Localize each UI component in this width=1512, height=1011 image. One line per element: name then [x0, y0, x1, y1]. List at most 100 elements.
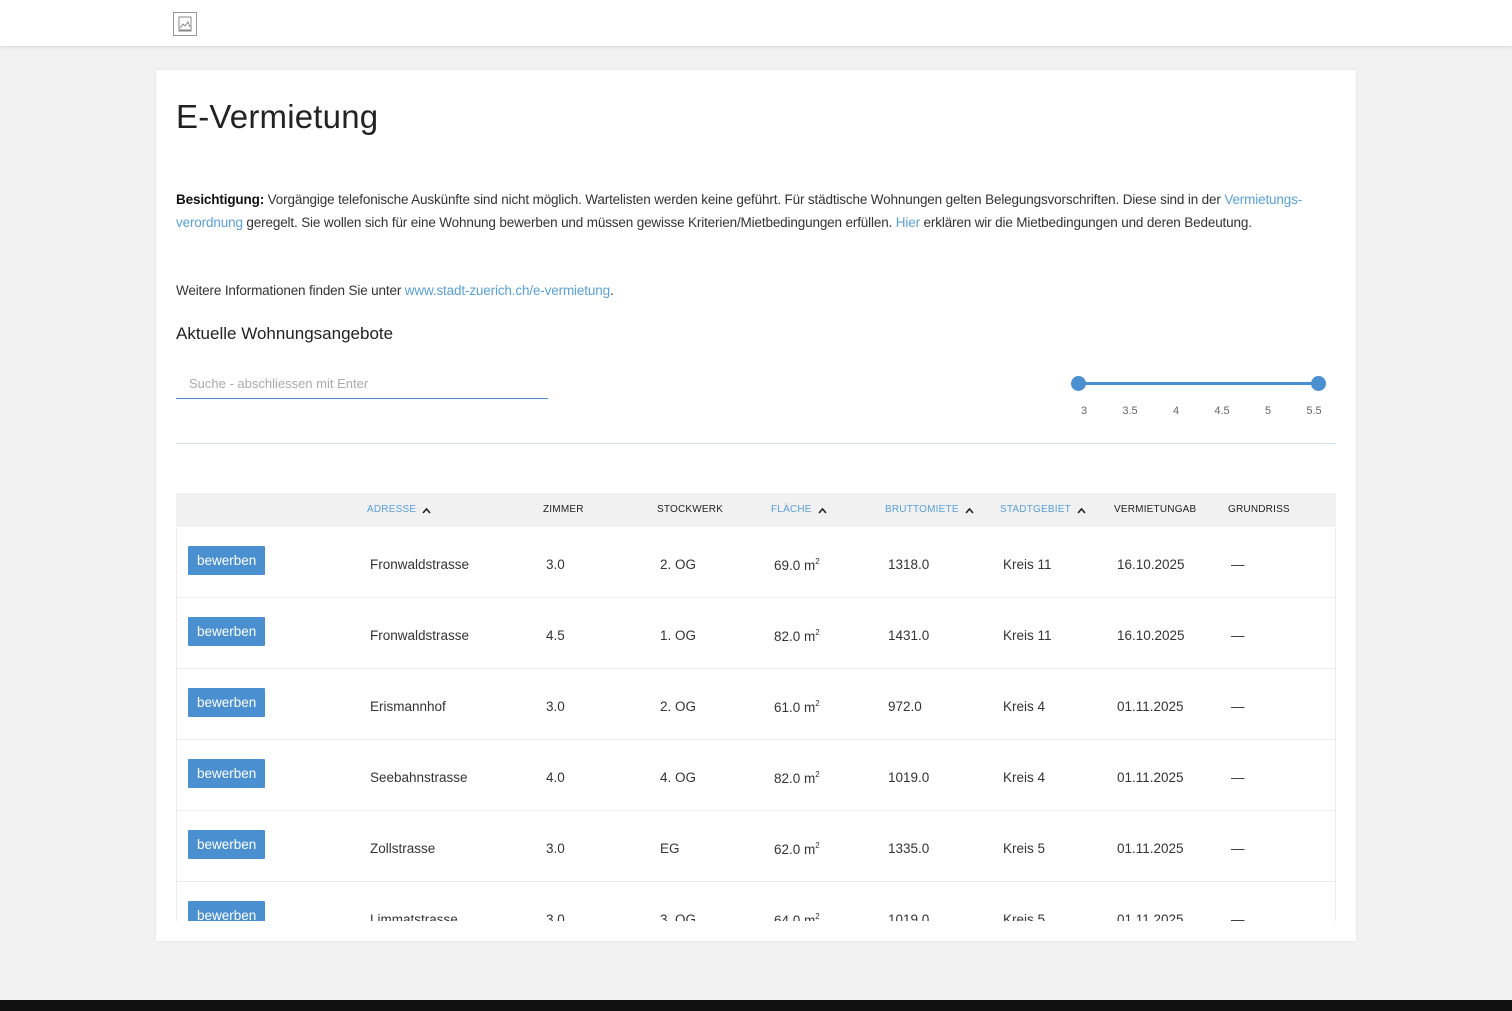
column-header-stockwerk[interactable]: Stockwerk — [657, 504, 723, 515]
top-bar — [0, 0, 1512, 46]
cell-flaeche: 69.0 m2 — [774, 557, 820, 573]
cell-grundriss: — — [1231, 841, 1245, 856]
hier-link[interactable]: Hier — [896, 215, 920, 230]
area-exponent: 2 — [815, 770, 820, 779]
column-header-label: Vermietungab — [1114, 504, 1197, 515]
sort-ascending-icon[interactable] — [422, 506, 431, 517]
slider-tick-label: 5 — [1264, 405, 1272, 417]
cell-zimmer: 3.0 — [546, 557, 565, 572]
area-exponent: 2 — [815, 557, 820, 566]
cell-vermietungab: 16.10.2025 — [1117, 557, 1185, 572]
apply-button[interactable]: bewerben — [188, 617, 266, 646]
cell-stockwerk: 3. OG — [660, 912, 697, 921]
cell-zimmer: 4.5 — [546, 628, 565, 643]
section-title: Aktuelle Wohnungsangebote — [176, 324, 394, 343]
e-vermietung-link[interactable]: www.stadt-zuerich.ch/e-vermietung — [405, 283, 610, 298]
cell-flaeche: 82.0 m2 — [774, 770, 820, 786]
area-exponent: 2 — [815, 699, 820, 708]
cell-adresse: Zollstrasse — [370, 841, 436, 856]
apply-button[interactable]: bewerben — [188, 546, 266, 575]
apply-button[interactable]: bewerben — [188, 759, 266, 788]
slider-tick-label: 4 — [1172, 405, 1180, 417]
table-row: bewerben Fronwaldstrasse 3.0 2. OG 69.0 m2 13… — [176, 527, 1336, 598]
cell-flaeche: 61.0 m2 — [774, 699, 820, 715]
cell-zimmer: 3.0 — [546, 841, 565, 856]
column-header-grundriss[interactable]: Grundriss — [1228, 504, 1290, 515]
column-header-label: Stockwerk — [657, 504, 724, 515]
table-row: bewerben Zollstrasse 3.0 EG 62.0 m2 1335.0 Kre… — [176, 811, 1336, 882]
cell-zimmer: 4.0 — [546, 770, 565, 785]
more-info-text: Weitere Informationen finden Sie unter w… — [176, 283, 614, 298]
cell-grundriss: — — [1231, 770, 1245, 785]
cell-bruttomiete: 1318.0 — [888, 557, 930, 572]
area-exponent: 2 — [815, 841, 820, 850]
cell-stockwerk: 1. OG — [660, 628, 697, 643]
slider-tick-label: 3.5 — [1122, 405, 1138, 417]
cell-vermietungab: 01.11.2025 — [1117, 699, 1184, 714]
apply-button[interactable]: bewerben — [188, 830, 266, 859]
apply-button[interactable]: bewerben — [188, 901, 266, 921]
search-input[interactable] — [176, 369, 548, 399]
broken-image-icon[interactable] — [173, 12, 197, 36]
cell-grundriss: — — [1231, 699, 1245, 714]
column-header-adresse[interactable]: Adresse — [367, 504, 431, 517]
cell-zimmer: 3.0 — [546, 699, 565, 714]
main-card: E-Vermietung Besichtigung: Vorgängige te… — [156, 70, 1356, 941]
cell-stadtgebiet: Kreis 5 — [1003, 912, 1046, 921]
cell-stadtgebiet: Kreis 5 — [1003, 841, 1046, 856]
cell-bruttomiete: 1019.0 — [888, 770, 930, 785]
cell-adresse: Seebahnstrasse — [370, 770, 468, 785]
cell-vermietungab: 01.11.2025 — [1117, 841, 1184, 856]
area-value: 62.0 — [774, 842, 805, 857]
sort-ascending-icon[interactable] — [1077, 506, 1086, 517]
area-value: 82.0 — [774, 771, 805, 786]
cell-flaeche: 62.0 m2 — [774, 841, 820, 857]
table-row: bewerben Seebahnstrasse 4.0 4. OG 82.0 m2 101… — [176, 740, 1336, 811]
room-range-slider[interactable]: 3 3.5 4 4.5 5 5.5 — [1070, 375, 1326, 420]
column-header-zimmer[interactable]: Zimmer — [543, 504, 584, 515]
cell-grundriss: — — [1231, 912, 1245, 921]
column-header-bruttomiete[interactable]: Bruttomiete — [885, 504, 974, 517]
apply-button[interactable]: bewerben — [188, 688, 266, 717]
sort-ascending-icon[interactable] — [965, 506, 974, 517]
area-exponent: 2 — [815, 628, 820, 637]
cell-stockwerk: EG — [660, 841, 680, 856]
slider-tick-label: 3 — [1080, 405, 1088, 417]
page-title: E-Vermietung — [176, 98, 379, 135]
table-header: Adresse Zimmer Stockwerk Fläche Bruttomiete S… — [176, 493, 1336, 527]
cell-vermietungab: 01.11.2025 — [1117, 770, 1184, 785]
sort-ascending-icon[interactable] — [818, 506, 827, 517]
intro-text: Besichtigung: Vorgängige telefonische Au… — [176, 188, 1336, 234]
column-header-stadtgebiet[interactable]: Stadtgebiet — [1000, 504, 1086, 517]
cell-flaeche: 64.0 m2 — [774, 912, 820, 921]
cell-stadtgebiet: Kreis 4 — [1003, 770, 1046, 785]
area-unit: m — [804, 558, 816, 573]
cell-bruttomiete: 972.0 — [888, 699, 922, 714]
column-header-vermietungab[interactable]: Vermietungab — [1114, 504, 1196, 515]
area-unit: m — [804, 629, 816, 644]
cell-stockwerk: 2. OG — [660, 557, 697, 572]
cell-stadtgebiet: Kreis 4 — [1003, 699, 1046, 714]
cell-stadtgebiet: Kreis 11 — [1003, 628, 1052, 643]
area-exponent: 2 — [815, 912, 820, 921]
area-value: 82.0 — [774, 629, 805, 644]
column-header-flaeche[interactable]: Fläche — [771, 504, 827, 517]
more-info-label: Weitere Informationen finden Sie unter — [176, 283, 405, 298]
slider-tick-label: 4.5 — [1214, 405, 1230, 417]
slider-handle-min[interactable] — [1070, 376, 1086, 391]
intro-bold-label: Besichtigung: — [176, 192, 265, 207]
slider-track[interactable] — [1078, 382, 1318, 385]
cell-grundriss: — — [1231, 557, 1245, 572]
column-header-label: Zimmer — [543, 504, 584, 515]
divider — [176, 443, 1336, 444]
area-value: 61.0 — [774, 700, 805, 715]
cell-bruttomiete: 1335.0 — [888, 841, 930, 856]
cell-adresse: Erismannhof — [370, 699, 446, 714]
cell-adresse: Fronwaldstrasse — [370, 557, 470, 572]
slider-handle-max[interactable] — [1310, 376, 1326, 391]
cell-vermietungab: 16.10.2025 — [1117, 628, 1185, 643]
area-unit: m — [804, 842, 816, 857]
area-unit: m — [804, 700, 816, 715]
column-header-label: Fläche — [771, 504, 812, 515]
area-unit: m — [804, 913, 816, 921]
